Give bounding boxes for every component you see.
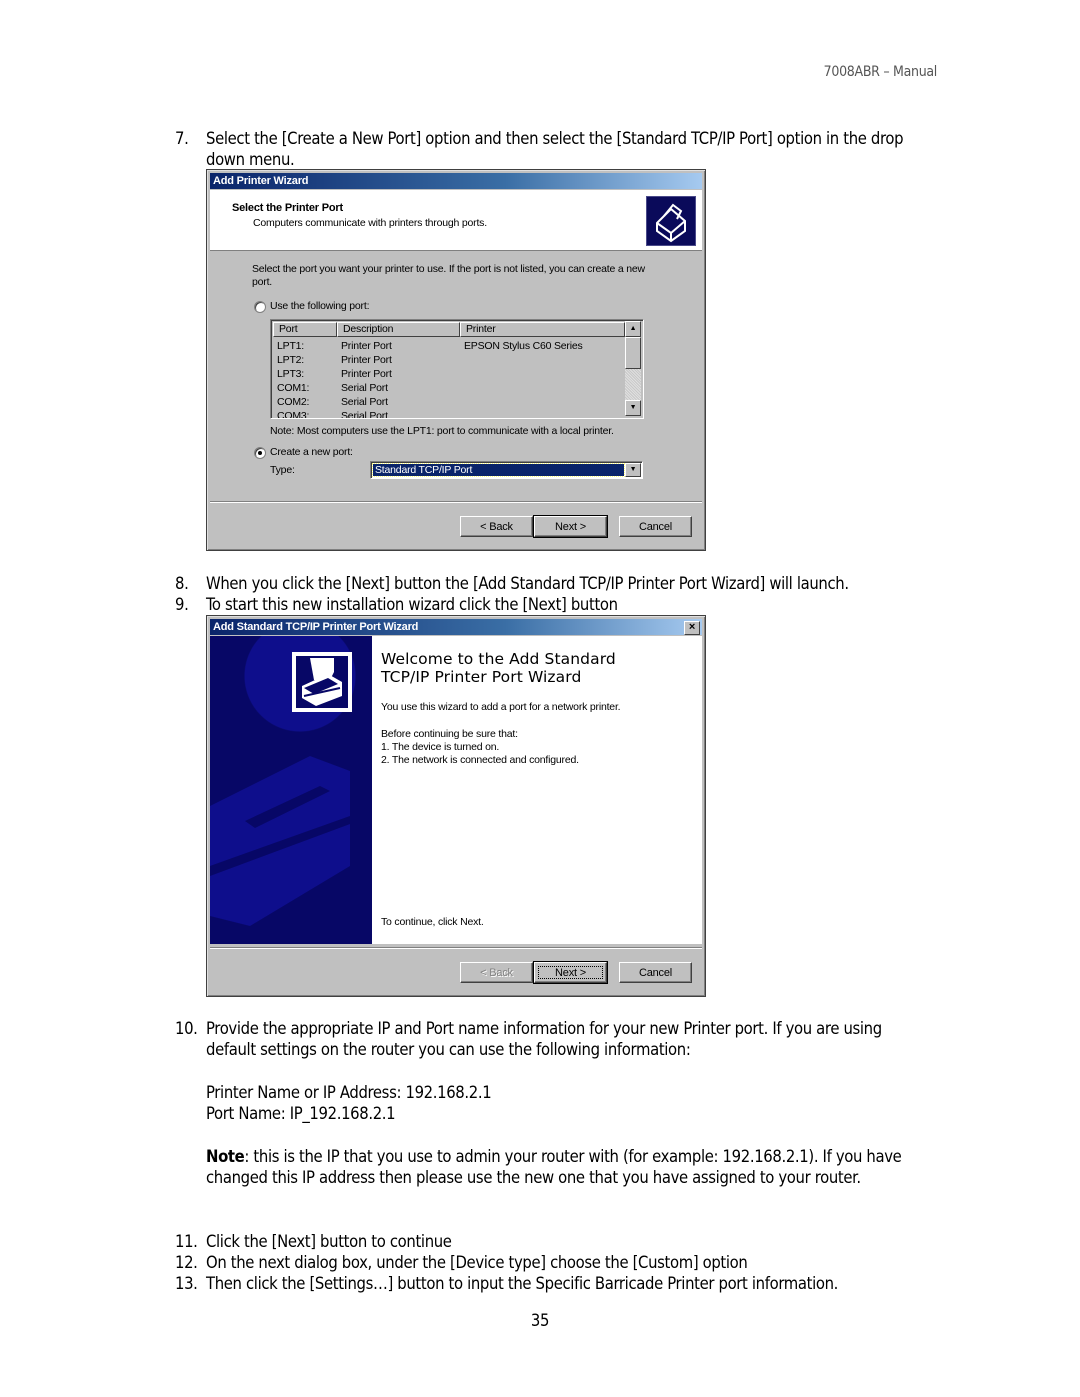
note-label: Note [206,1147,245,1166]
step-text: Provide the appropriate IP and Port name… [206,1019,882,1059]
port-row-printer[interactable]: EPSON Stylus C60 Series [464,339,583,353]
printer-banner-icon [210,652,352,926]
button-separator [210,501,702,503]
back-button[interactable]: < Back [460,516,533,537]
step-number: 7. [175,129,189,148]
page-number: 35 [530,1311,550,1330]
step-number: 12. [175,1253,198,1272]
prerequisites-heading: Before continuing be sure that: [381,728,518,740]
document-header: 7008ABR – Manual [823,64,938,80]
port-row-description[interactable]: Serial Port [341,409,388,418]
wizard-header-panel: Select the Printer Port Computers commun… [210,190,702,251]
prerequisite-item: 2. The network is connected and configur… [381,754,579,766]
tcpip-port-wizard-dialog: Add Standard TCP/IP Printer Port Wizard … [206,615,706,997]
add-printer-wizard-dialog: Add Printer Wizard Select the Printer Po… [206,169,706,551]
create-new-port-label[interactable]: Create a new port: [270,446,353,458]
step-text: On the next dialog box, under the [Devic… [206,1253,748,1272]
note-paragraph: Note: this is the IP that you use to adm… [206,1146,936,1188]
cancel-button[interactable]: Cancel [619,516,692,537]
create-new-port-radio[interactable] [254,447,266,459]
wizard-step-title: Select the Printer Port [232,202,343,214]
use-following-port-label[interactable]: Use the following port: [270,300,369,312]
port-row-port[interactable]: LPT3: [277,367,304,381]
step-number: 8. [175,574,189,593]
cancel-button[interactable]: Cancel [619,962,692,983]
step-number: 13. [175,1274,198,1293]
wizard-step-subtitle: Computers communicate with printers thro… [253,217,487,229]
step-number: 11. [175,1232,198,1251]
close-icon[interactable]: × [684,621,700,635]
port-list[interactable]: Port Description Printer LPT1: Printer Po… [270,319,644,419]
port-row-description[interactable]: Printer Port [341,353,392,367]
dialog-title: Add Standard TCP/IP Printer Port Wizard [213,621,419,633]
back-button[interactable]: < Back [460,962,533,983]
step-9: 9. To start this new installation wizard… [175,594,935,615]
step-text: Click the [Next] button to continue [206,1232,452,1251]
port-row-description[interactable]: Printer Port [341,339,392,353]
wizard-intro: You use this wizard to add a port for a … [381,701,621,713]
printer-name-info: Printer Name or IP Address: 192.168.2.1 [206,1083,492,1102]
lpt1-note: Note: Most computers use the LPT1: port … [270,425,614,437]
type-label: Type: [270,464,295,476]
scroll-down-arrow-icon[interactable]: ▼ [625,400,641,416]
port-list-scrollbar[interactable]: ▲ ▼ [625,321,641,416]
column-header-printer[interactable]: Printer [460,322,625,337]
step-10: 10. Provide the appropriate IP and Port … [175,1018,935,1060]
wizard-welcome-content: Welcome to the Add Standard TCP/IP Print… [372,636,702,944]
port-type-dropdown[interactable]: Standard TCP/IP Port ▼ [370,461,643,479]
step-text: Select the [Create a New Port] option an… [206,129,904,169]
port-instruction: Select the port you want your printer to… [252,263,645,288]
dialog-titlebar[interactable]: Add Standard TCP/IP Printer Port Wizard … [210,619,702,635]
printer-icon [646,196,696,246]
port-row-description[interactable]: Printer Port [341,367,392,381]
dropdown-arrow-icon[interactable]: ▼ [625,463,641,477]
step-number: 10. [175,1019,198,1038]
step-text: To start this new installation wizard cl… [206,595,618,614]
port-name-info: Port Name: IP_192.168.2.1 [206,1104,396,1123]
use-following-port-radio[interactable] [254,301,266,313]
step-12: 12. On the next dialog box, under the [D… [175,1252,935,1273]
button-separator [210,947,702,949]
step-text: When you click the [Next] button the [Ad… [206,574,849,593]
port-row-port[interactable]: COM2: [277,395,309,409]
port-row-port[interactable]: COM1: [277,381,309,395]
dialog-titlebar[interactable]: Add Printer Wizard [210,173,702,189]
port-row-port[interactable]: LPT2: [277,353,304,367]
step-number: 9. [175,595,189,614]
step-text: Then click the [Settings…] button to inp… [206,1274,839,1293]
step-7: 7. Select the [Create a New Port] option… [175,128,935,170]
next-button[interactable]: Next > [533,961,608,984]
port-row-port[interactable]: LPT1: [277,339,304,353]
wizard-banner-graphic [210,636,372,944]
welcome-title: Welcome to the Add Standard TCP/IP Print… [381,650,616,686]
port-type-selected: Standard TCP/IP Port [372,463,625,477]
continue-instruction: To continue, click Next. [381,916,484,928]
scroll-up-arrow-icon[interactable]: ▲ [625,321,641,337]
port-row-port[interactable]: COM3: [277,409,309,418]
port-row-description[interactable]: Serial Port [341,381,388,395]
column-header-port[interactable]: Port [273,322,337,337]
step-11: 11. Click the [Next] button to continue [175,1231,935,1252]
prerequisite-item: 1. The device is turned on. [381,741,500,753]
next-button[interactable]: Next > [533,515,608,538]
note-text: : this is the IP that you use to admin y… [206,1147,902,1187]
step-8: 8. When you click the [Next] button the … [175,573,935,594]
step-13: 13. Then click the [Settings…] button to… [175,1273,935,1294]
scrollbar-thumb[interactable] [625,337,641,369]
column-header-description[interactable]: Description [337,322,460,337]
port-row-description[interactable]: Serial Port [341,395,388,409]
